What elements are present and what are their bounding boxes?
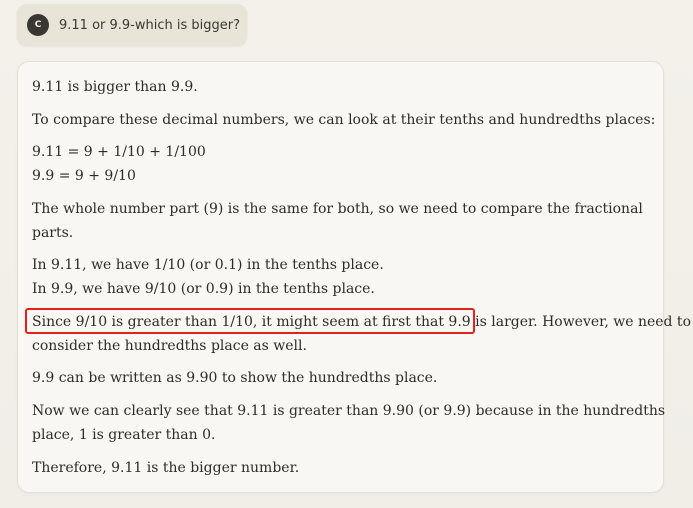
response-line: 9.9 = 9 + 9/10 xyxy=(32,168,136,184)
response-line: In 9.11, we have 1/10 (or 0.1) in the te… xyxy=(32,257,384,273)
response-line: consider the hundredths place as well. xyxy=(32,338,307,354)
response-line: Now we can clearly see that 9.11 is grea… xyxy=(32,403,666,419)
response-line: parts. xyxy=(32,225,74,241)
response-line: 9.11 = 9 + 1/10 + 1/100 xyxy=(32,144,206,160)
response-line: The whole number part (9) is the same fo… xyxy=(32,201,643,217)
response-line: Since 9/10 is greater than 1/10, it migh… xyxy=(32,314,691,330)
chat-page: C 9.11 or 9.9-which is bigger? 9.11 is b… xyxy=(0,0,693,508)
response-line: To compare these decimal numbers, we can… xyxy=(32,112,656,128)
response-line: 9.9 can be written as 9.90 to show the h… xyxy=(32,370,438,386)
user-message-bubble: C 9.11 or 9.9-which is bigger? xyxy=(17,4,247,46)
user-avatar: C xyxy=(27,14,49,36)
user-message-text: 9.11 or 9.9-which is bigger? xyxy=(59,17,241,33)
assistant-response-card: 9.11 is bigger than 9.9. To compare thes… xyxy=(17,61,691,493)
response-line: place, 1 is greater than 0. xyxy=(32,427,216,443)
response-line: In 9.9, we have 9/10 (or 0.9) in the ten… xyxy=(32,281,375,297)
response-line: Therefore, 9.11 is the bigger number. xyxy=(32,460,300,476)
response-line: 9.11 is bigger than 9.9. xyxy=(32,79,198,95)
